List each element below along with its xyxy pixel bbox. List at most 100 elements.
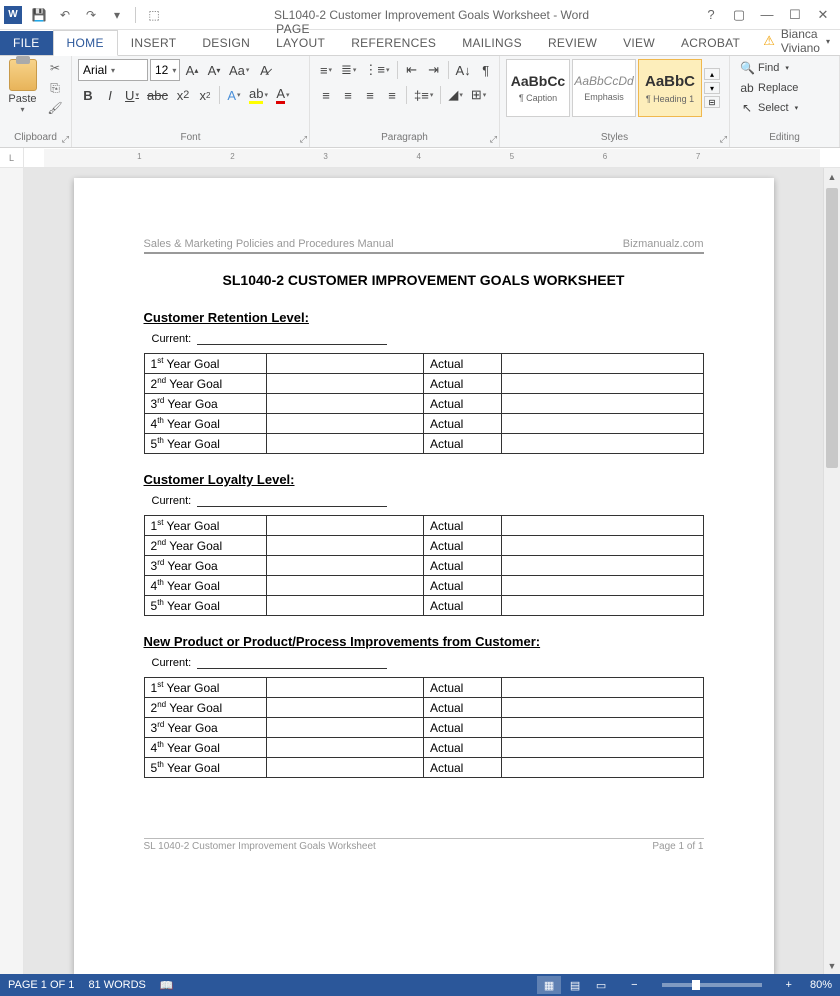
change-case-icon[interactable]: Aa▾ [226,59,252,81]
paste-icon [9,59,37,91]
tab-references[interactable]: REFERENCES [338,31,449,55]
select-button[interactable]: ↖Select▾ [736,99,802,117]
sort-icon[interactable]: A↓ [453,59,474,81]
goal-value-cell [267,758,424,778]
format-painter-icon[interactable]: 🖌 [45,99,65,117]
maximize-button[interactable]: ☐ [782,4,808,26]
dialog-launcher-icon[interactable]: ⤢ [490,134,497,145]
scroll-up-icon[interactable]: ▲ [824,168,840,185]
document-page[interactable]: Sales & Marketing Policies and Procedure… [74,178,774,974]
separator [397,61,398,79]
tab-home[interactable]: HOME [53,30,118,56]
proofing-icon[interactable]: 📖 [160,979,174,992]
replace-button[interactable]: abReplace [736,79,802,97]
goal-value-cell [267,556,424,576]
page-count[interactable]: PAGE 1 OF 1 [8,979,74,991]
shrink-font-icon[interactable]: A▾ [204,59,224,81]
align-center-icon[interactable]: ≡ [338,84,358,106]
tab-mailings[interactable]: MAILINGS [449,31,535,55]
style-caption[interactable]: AaBbCc ¶ Caption [506,59,570,117]
read-mode-view-icon[interactable]: ▤ [563,976,587,994]
actual-value-cell [502,718,703,738]
save-icon[interactable]: 💾 [28,4,50,26]
line-spacing-icon[interactable]: ‡≡▾ [411,84,436,106]
align-left-icon[interactable]: ≡ [316,84,336,106]
tab-view[interactable]: VIEW [610,31,668,55]
font-color-icon[interactable]: A▾ [273,84,293,106]
highlight-color-icon[interactable]: ab▾ [246,84,271,106]
bullets-icon[interactable]: ≡▾ [316,59,336,81]
strikethrough-button[interactable]: abc [144,84,171,106]
vertical-scrollbar[interactable]: ▲ ▼ [823,168,840,974]
scroll-down-icon[interactable]: ▼ [824,957,840,974]
user-account[interactable]: ⚠ Bianca Viviano ▾ [753,27,840,55]
web-layout-view-icon[interactable]: ▭ [589,976,613,994]
show-marks-icon[interactable]: ¶ [476,59,496,81]
superscript-button[interactable]: x2 [195,84,215,106]
style-heading-1[interactable]: AaBbC ¶ Heading 1 [638,59,702,117]
style-emphasis[interactable]: AaBbCcDd Emphasis [572,59,636,117]
text-effects-icon[interactable]: A▾ [224,84,244,106]
clear-formatting-icon[interactable]: A̷ [254,59,274,81]
group-clipboard: Paste ▾ ✂ ⎘ 🖌 Clipboard ⤢ [0,56,72,147]
gallery-down-icon[interactable]: ▾ [704,82,720,94]
cut-icon[interactable]: ✂ [45,59,65,77]
help-icon[interactable]: ? [698,4,724,26]
dialog-launcher-icon[interactable]: ⤢ [300,134,307,145]
zoom-level[interactable]: 80% [810,979,832,991]
italic-button[interactable]: I [100,84,120,106]
ruler-corner[interactable]: L [0,148,24,168]
font-name-combo[interactable]: Arial▾ [78,59,148,81]
dialog-launcher-icon[interactable]: ⤢ [720,134,727,145]
undo-icon[interactable]: ↶ [54,4,76,26]
vertical-ruler[interactable] [0,168,24,974]
tab-page-layout[interactable]: PAGE LAYOUT [263,17,338,55]
gallery-expand-icon[interactable]: ⊟ [704,96,720,108]
paste-button[interactable]: Paste ▾ [6,59,39,114]
chevron-down-icon: ▾ [172,66,176,75]
tab-acrobat[interactable]: ACROBAT [668,31,753,55]
gallery-up-icon[interactable]: ▴ [704,68,720,80]
font-size-combo[interactable]: 12▾ [150,59,180,81]
tab-design[interactable]: DESIGN [189,31,263,55]
window-title: SL1040-2 Customer Improvement Goals Work… [165,8,698,22]
section-heading: Customer Retention Level: [144,310,704,325]
print-layout-view-icon[interactable]: ▦ [537,976,561,994]
close-button[interactable]: ✕ [810,4,836,26]
qat-customize-icon[interactable]: ▾ [106,4,128,26]
tab-review[interactable]: REVIEW [535,31,610,55]
decrease-indent-icon[interactable]: ⇤ [402,59,422,81]
zoom-slider[interactable] [662,983,762,987]
zoom-slider-knob[interactable] [692,980,700,990]
align-right-icon[interactable]: ≡ [360,84,380,106]
word-count[interactable]: 81 WORDS [88,979,145,991]
tab-insert[interactable]: INSERT [118,31,190,55]
zoom-in-button[interactable]: + [782,979,796,991]
find-button[interactable]: 🔍Find▾ [736,59,802,77]
multilevel-list-icon[interactable]: ⋮≡▾ [361,59,392,81]
underline-button[interactable]: U▾ [122,84,142,106]
table-row: 1st Year GoalActual [144,516,703,536]
redo-icon[interactable]: ↷ [80,4,102,26]
touch-mode-icon[interactable]: ⬚ [143,4,165,26]
bold-button[interactable]: B [78,84,98,106]
table-row: 5th Year GoalActual [144,758,703,778]
style-name: ¶ Caption [519,93,557,103]
grow-font-icon[interactable]: A▴ [182,59,202,81]
increase-indent-icon[interactable]: ⇥ [424,59,444,81]
table-row: 4th Year GoalActual [144,576,703,596]
zoom-out-button[interactable]: − [627,979,641,991]
dialog-launcher-icon[interactable]: ⤢ [62,134,69,145]
group-font: Arial▾ 12▾ A▴ A▾ Aa▾ A̷ B I U▾ abc x2 x2… [72,56,310,147]
justify-icon[interactable]: ≡ [382,84,402,106]
ribbon-display-icon[interactable]: ▢ [726,4,752,26]
numbering-icon[interactable]: ≣▾ [338,59,359,81]
horizontal-ruler[interactable]: 1 2 3 4 5 6 7 [44,149,820,167]
borders-icon[interactable]: ⊞▾ [468,84,489,106]
subscript-button[interactable]: x2 [173,84,193,106]
minimize-button[interactable]: — [754,4,780,26]
scrollbar-thumb[interactable] [826,188,838,468]
shading-icon[interactable]: ◢▾ [445,84,466,106]
copy-icon[interactable]: ⎘ [45,79,65,97]
tab-file[interactable]: FILE [0,31,53,55]
